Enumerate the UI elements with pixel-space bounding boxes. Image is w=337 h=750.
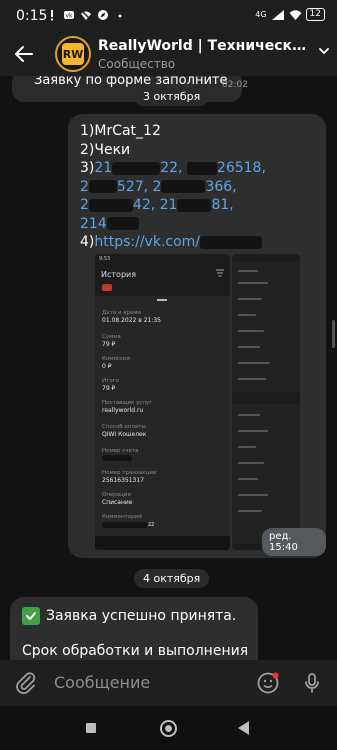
message-line: 2 527, 2 366,	[80, 178, 266, 197]
redaction	[186, 161, 217, 175]
message-text-block: 1)MrCat_12 2)Чеки 3)21 22, 26518, 2 527, 2…	[80, 122, 266, 252]
svg-text:vk: vk	[65, 13, 73, 20]
sheet-row: Поставщик услуг reallyworld.ru	[102, 400, 153, 414]
dot-icon	[118, 14, 122, 18]
chat-title[interactable]: ReallyWorld | Техническая По...	[98, 38, 310, 54]
message-line: Срок обработки и выполнения	[22, 643, 249, 659]
image-title: История	[101, 270, 137, 279]
sheet-row: Номер транзакции 25616351317	[102, 470, 157, 484]
phone-link[interactable]: 22,	[160, 160, 182, 176]
chat-header: RW ReallyWorld | Техническая По... Сообщ…	[0, 32, 337, 76]
chat-area[interactable]: Заявку по форме заполните 02:02 3 октябр…	[0, 76, 337, 660]
image-nav-bar	[95, 536, 230, 550]
phone-link[interactable]: 527,	[117, 179, 148, 195]
heart-icon	[102, 284, 112, 291]
redaction	[200, 235, 263, 249]
back-arrow-icon[interactable]	[12, 42, 36, 66]
sheet-row: Комиссия 0 ₽	[102, 356, 130, 370]
redaction	[161, 180, 206, 193]
sheet-row: Способ оплаты QIWI Кошелек	[102, 424, 147, 438]
microphone-icon[interactable]	[300, 671, 324, 695]
status-bar: 0:15 vk 4G 12	[0, 0, 337, 32]
message-line: 1)MrCat_12	[80, 123, 161, 139]
message-bubble-outgoing[interactable]: 1)MrCat_12 2)Чеки 3)21 22, 26518, 2 527, 2…	[68, 114, 326, 558]
alert-icon	[51, 10, 53, 21]
message-line: 2 42, 21 81,	[80, 196, 266, 215]
date-separator: 4 октября	[134, 569, 210, 588]
redaction	[112, 161, 161, 175]
phone-link[interactable]: 26518,	[217, 160, 266, 176]
phone-link[interactable]: 21	[160, 197, 178, 213]
redaction	[88, 180, 117, 193]
back-button[interactable]	[238, 721, 249, 735]
message-line: 2)Чеки	[80, 141, 131, 158]
date-separator: 3 октября	[134, 87, 210, 106]
attached-image[interactable]	[232, 254, 300, 550]
message-line: 214	[80, 215, 266, 234]
phone-link[interactable]: 214	[80, 216, 107, 232]
redaction	[102, 521, 148, 528]
phone-link[interactable]: 81,	[211, 197, 233, 213]
redaction	[88, 198, 133, 212]
avatar-logo: RW	[62, 43, 84, 65]
network-type: 4G	[255, 9, 267, 19]
image-status-bar: 9:53	[95, 254, 230, 264]
message-line: Заявка успешно принята.	[22, 607, 236, 625]
redaction	[102, 455, 132, 461]
wifi-off-icon	[80, 9, 92, 21]
redaction	[177, 198, 212, 212]
phone-link[interactable]: 2	[80, 197, 89, 213]
system-nav-bar	[0, 706, 337, 750]
recents-button[interactable]	[86, 723, 96, 733]
status-right: 4G 12	[255, 8, 325, 21]
check-icon	[22, 607, 40, 625]
redaction	[106, 217, 139, 230]
transaction-sheet: Дата и время 01.08.2022 в 21:35 Сумма 79 ₽…	[95, 296, 230, 536]
image-panel	[232, 404, 300, 544]
vk-link[interactable]: https://vk.com/	[94, 234, 200, 250]
chat-subtitle: Сообщество	[98, 57, 176, 71]
sheet-row: Операция Списание	[102, 492, 133, 506]
emoji-icon[interactable]	[256, 671, 280, 695]
chevron-down-icon[interactable]	[317, 44, 331, 58]
paperclip-icon[interactable]	[14, 671, 38, 695]
sheet-row: Дата и время 01.08.2022 в 21:35	[102, 310, 161, 324]
signal-icon	[271, 9, 284, 20]
home-button[interactable]	[160, 720, 177, 737]
message-composer: Сообщение	[0, 660, 337, 706]
sheet-row: Итого 79 ₽	[102, 378, 119, 392]
status-time: 0:15	[16, 8, 48, 24]
battery-indicator: 12	[305, 8, 325, 21]
scrollbar[interactable]	[332, 320, 335, 348]
message-line: 4)https://vk.com/	[80, 233, 266, 252]
phone-link[interactable]: 366,	[205, 179, 236, 195]
filter-icon	[216, 269, 224, 277]
notification-icons: vk	[46, 9, 126, 21]
phone-link[interactable]: 21	[94, 160, 112, 176]
message-edited-time: ред. 15:40	[262, 528, 326, 556]
message-bubble-incoming[interactable]: Заявка успешно принята. Срок обработки и…	[10, 597, 258, 660]
attached-image[interactable]: 9:53 История Дата и время 01.08.2022 в 21…	[95, 254, 230, 550]
sheet-row: Сумма 79 ₽	[102, 334, 121, 348]
message-time: 02:02	[222, 80, 248, 90]
message-line: 3)21 22, 26518,	[80, 160, 266, 176]
sheet-row: Комментарий zz	[102, 514, 155, 528]
sheet-row: Номер счета	[102, 448, 139, 463]
wifi-icon	[289, 9, 302, 20]
message-input[interactable]: Сообщение	[54, 673, 150, 692]
phone-link[interactable]: 2	[80, 179, 89, 195]
compass-icon	[98, 10, 108, 20]
avatar[interactable]: RW	[55, 36, 91, 72]
phone-link[interactable]: 2	[153, 179, 162, 195]
sheet-handle	[157, 299, 167, 301]
phone-link[interactable]: 42,	[133, 197, 155, 213]
vk-icon: vk	[64, 11, 74, 20]
